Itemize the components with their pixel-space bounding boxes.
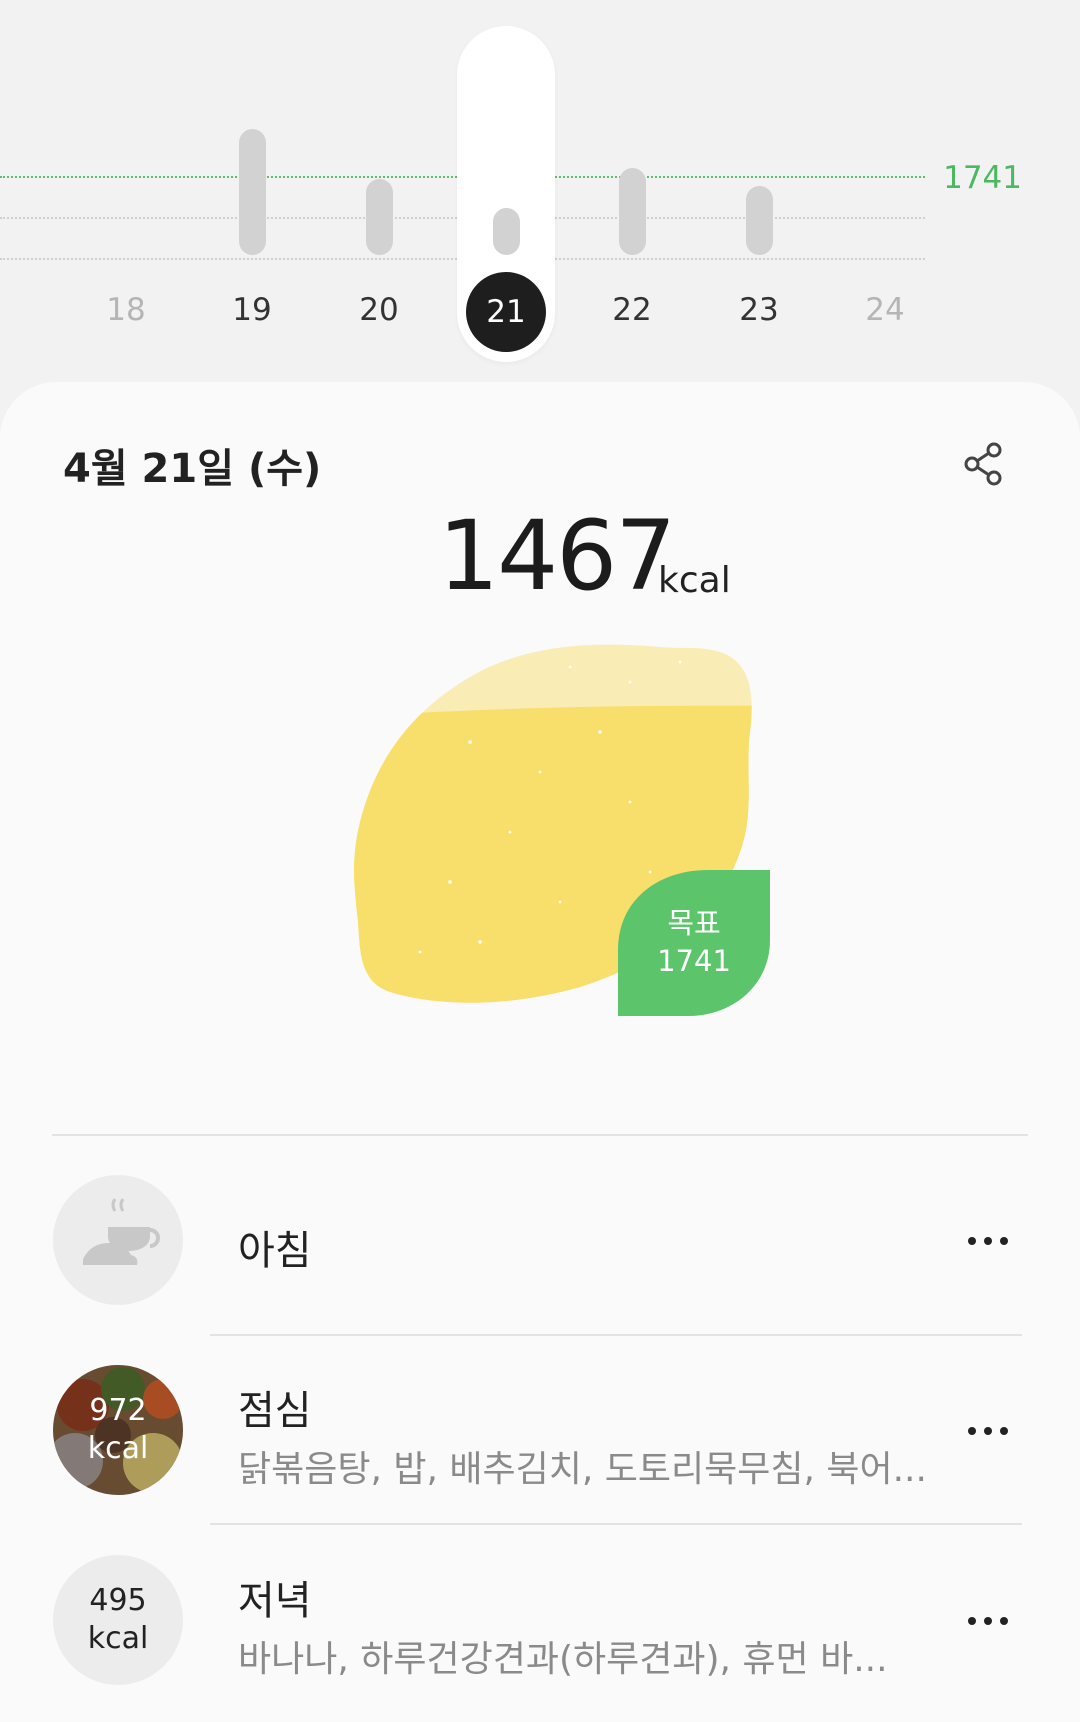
meal-row-breakfast[interactable]: 아침: [0, 1150, 1080, 1330]
daily-calorie-chart: 1741 7 18 19 20 21 22 23 24: [0, 0, 1080, 390]
meal-photo-lunch[interactable]: 972 kcal: [53, 1365, 183, 1495]
total-calories: 1467: [438, 500, 676, 612]
goal-badge-label: 목표: [667, 906, 721, 940]
meal-kcal-unit: kcal: [87, 1621, 149, 1656]
day-bar-20[interactable]: [366, 179, 393, 255]
meal-kcal-value: 495: [89, 1583, 147, 1618]
divider: [52, 1134, 1028, 1136]
goal-badge-value: 1741: [657, 944, 731, 978]
day-label-19[interactable]: 19: [212, 292, 292, 328]
meal-name: 점심: [238, 1388, 312, 1434]
meal-row-lunch[interactable]: 972 kcal 점심 닭볶음탕, 밥, 배추김치, 도토리묵무침, 북어...: [0, 1340, 1080, 1520]
day-label-7[interactable]: 7: [0, 292, 25, 328]
meal-kcal-unit: kcal: [87, 1431, 149, 1466]
meal-name: 저녁: [238, 1578, 312, 1624]
meal-foods: 닭볶음탕, 밥, 배추김치, 도토리묵무침, 북어...: [238, 1449, 927, 1490]
day-label-21[interactable]: 21: [466, 272, 546, 352]
meal-thumb-breakfast[interactable]: [53, 1175, 183, 1305]
day-bar-19[interactable]: [239, 128, 266, 255]
meal-kcal-value: 972: [89, 1393, 147, 1428]
day-label-23[interactable]: 23: [719, 292, 799, 328]
more-icon[interactable]: [965, 1424, 1011, 1438]
day-label-24[interactable]: 24: [845, 292, 925, 328]
more-icon[interactable]: [965, 1234, 1011, 1248]
divider: [210, 1334, 1022, 1336]
meal-name: 아침: [238, 1228, 312, 1274]
divider: [210, 1523, 1022, 1525]
day-bar-21[interactable]: [493, 207, 520, 255]
bread-coffee-icon: [83, 1198, 160, 1265]
day-label-22[interactable]: 22: [592, 292, 672, 328]
day-label-20[interactable]: 20: [339, 292, 419, 328]
share-icon[interactable]: [960, 440, 1008, 488]
meal-row-dinner[interactable]: 495 kcal 저녁 바나나, 하루건강견과(하루견과), 휴먼 바...: [0, 1530, 1080, 1710]
date-title: 4월 21일 (수): [63, 446, 322, 492]
meal-foods: 바나나, 하루건강견과(하루견과), 휴먼 바...: [238, 1639, 888, 1680]
lemon-progress-icon: [354, 644, 752, 1003]
total-calories-unit: kcal: [658, 560, 731, 601]
goal-badge-text: 목표 1741: [618, 904, 770, 980]
goal-line-label: 1741: [943, 160, 1022, 196]
meal-thumb-dinner[interactable]: 495 kcal: [53, 1555, 183, 1685]
day-label-18[interactable]: 18: [86, 292, 166, 328]
day-bar-23[interactable]: [746, 186, 773, 255]
more-icon[interactable]: [965, 1614, 1011, 1628]
day-bar-22[interactable]: [619, 168, 646, 255]
